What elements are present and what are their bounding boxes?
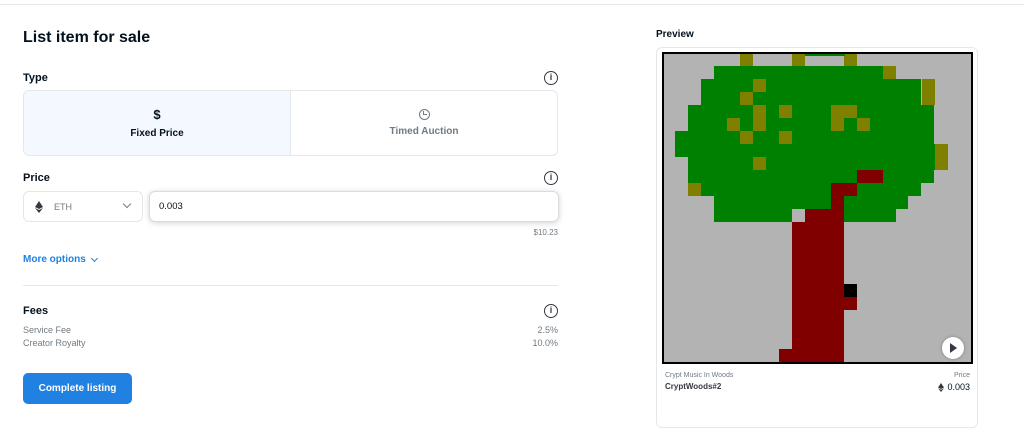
info-icon[interactable]: i [544, 304, 558, 318]
page-title: List item for sale [23, 29, 151, 46]
info-icon[interactable]: i [544, 171, 558, 185]
ethereum-icon [35, 200, 43, 213]
price-label: Price [23, 172, 50, 184]
currency-value: ETH [54, 201, 72, 212]
chevron-down-icon [122, 199, 132, 209]
top-border [0, 4, 1024, 5]
item-name: CryptWoods#2 [665, 382, 722, 391]
card-price: 0.003 [938, 382, 970, 392]
more-options-label: More options [23, 254, 86, 265]
price-caption: Price [954, 372, 970, 379]
fee-label: Service Fee [23, 325, 72, 335]
listing-type-selector: $ Fixed Price Timed Auction [23, 90, 558, 156]
fee-value: 2.5% [537, 325, 558, 335]
timed-auction-option[interactable]: Timed Auction [291, 91, 557, 155]
nft-image[interactable] [662, 52, 973, 364]
clock-icon [418, 109, 430, 120]
fee-value: 10.0% [532, 338, 558, 348]
preview-label: Preview [656, 29, 694, 40]
fees-label: Fees [23, 305, 49, 317]
usd-value: $10.23 [533, 228, 558, 237]
info-icon[interactable]: i [544, 71, 558, 85]
divider [23, 285, 558, 286]
chevron-down-icon [90, 254, 98, 262]
type-label: Type [23, 72, 48, 84]
dollar-icon: $ [153, 106, 161, 122]
play-button[interactable] [942, 337, 964, 359]
collection-name: Crypt Music In Woods [665, 372, 734, 379]
pixel-tree-art [664, 54, 971, 362]
fixed-price-label: Fixed Price [130, 127, 184, 139]
fee-row-royalty: Creator Royalty 10.0% [23, 338, 558, 348]
currency-select[interactable]: ETH [23, 191, 143, 222]
complete-listing-button[interactable]: Complete listing [23, 373, 132, 404]
more-options-toggle[interactable]: More options [23, 254, 98, 265]
timed-auction-label: Timed Auction [389, 126, 459, 137]
price-input[interactable] [149, 191, 559, 222]
fee-row-service: Service Fee 2.5% [23, 325, 558, 335]
fee-label: Creator Royalty [23, 338, 86, 348]
ethereum-icon [938, 382, 945, 392]
card-price-value: 0.003 [947, 382, 970, 392]
fixed-price-option[interactable]: $ Fixed Price [24, 91, 291, 155]
